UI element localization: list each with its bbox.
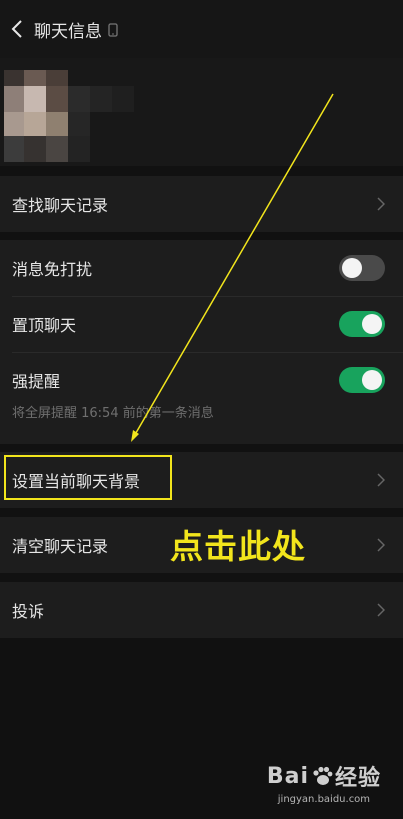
section-search: 查找聊天记录 — [0, 176, 403, 232]
pin-toggle[interactable] — [339, 311, 385, 337]
watermark-brand-right: 经验 — [334, 766, 381, 791]
mute-toggle[interactable] — [339, 255, 385, 281]
search-history-row[interactable]: 查找聊天记录 — [0, 176, 403, 232]
section-toggles: 消息免打扰 置顶聊天 强提醒 将全屏提醒 16:54 前的第一条消息 — [0, 240, 403, 444]
page-title: 聊天信息 — [34, 21, 102, 42]
chevron-right-icon — [377, 197, 385, 211]
mute-row: 消息免打扰 — [0, 240, 403, 296]
strong-alert-row: 强提醒 — [0, 352, 403, 408]
chevron-left-icon — [11, 20, 22, 38]
search-history-label: 查找聊天记录 — [12, 196, 109, 215]
pin-label: 置顶聊天 — [12, 316, 77, 335]
strong-alert-hint: 将全屏提醒 16:54 前的第一条消息 — [12, 406, 214, 421]
annotation-text: 点击此处 — [170, 527, 306, 566]
strong-alert-label: 强提醒 — [12, 372, 61, 391]
clear-history-label: 清空聊天记录 — [12, 537, 109, 556]
watermark-url: jingyan.baidu.com — [277, 794, 371, 805]
watermark: Bai 经验 jingyan.baidu.com — [266, 760, 381, 806]
chevron-right-icon — [377, 603, 385, 617]
strong-alert-toggle[interactable] — [339, 367, 385, 393]
section-complaint: 投诉 — [0, 582, 403, 638]
pin-row: 置顶聊天 — [0, 296, 403, 352]
complaint-row[interactable]: 投诉 — [0, 582, 403, 638]
back-button[interactable] — [0, 0, 34, 58]
set-background-row[interactable]: 设置当前聊天背景 — [0, 452, 403, 508]
paw-icon — [313, 766, 333, 785]
complaint-label: 投诉 — [12, 602, 45, 621]
mute-label: 消息免打扰 — [12, 260, 93, 279]
phone-icon — [108, 22, 118, 37]
watermark-brand-left: Bai — [266, 763, 309, 789]
top-bar: 聊天信息 — [0, 0, 403, 58]
chevron-right-icon — [377, 538, 385, 552]
avatar[interactable] — [4, 70, 134, 166]
set-background-label: 设置当前聊天背景 — [12, 472, 141, 491]
section-background: 设置当前聊天背景 — [0, 452, 403, 508]
chevron-right-icon — [377, 473, 385, 487]
members-area — [0, 58, 403, 166]
